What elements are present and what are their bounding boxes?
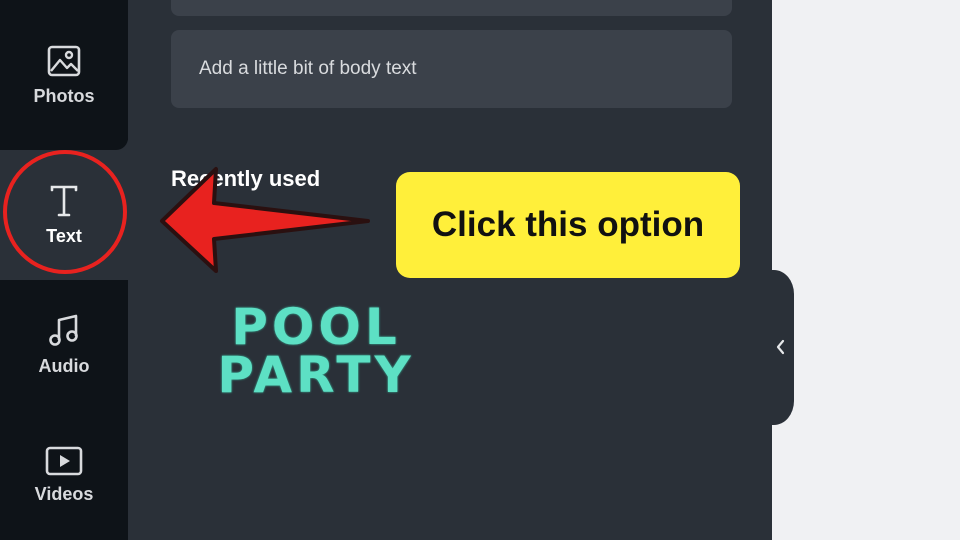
- recent-text-template[interactable]: POOL PARTY: [196, 298, 436, 404]
- sidebar-item-label: Audio: [38, 355, 90, 376]
- image-icon: [47, 45, 81, 76]
- chevron-left-icon: [776, 339, 785, 355]
- add-body-text-label: Add a little bit of body text: [199, 58, 417, 79]
- canvas-area: [772, 0, 960, 540]
- sidebar-item-label: Photos: [33, 85, 95, 106]
- sidebar-item-label: Videos: [34, 483, 94, 504]
- callout-text: Click this option: [431, 205, 705, 244]
- template-line-2: PARTY: [217, 346, 415, 404]
- sidebar-item-photos[interactable]: Photos: [0, 0, 128, 150]
- arrow-left-icon: [160, 167, 370, 273]
- add-body-text-button[interactable]: Add a little bit of body text: [171, 30, 732, 108]
- text-style-card[interactable]: [171, 0, 732, 16]
- sidebar-item-videos[interactable]: Videos: [0, 410, 128, 540]
- collapse-panel-handle[interactable]: [772, 270, 794, 425]
- instruction-callout: Click this option: [396, 172, 740, 278]
- template-line-1: POOL: [231, 298, 401, 356]
- sidebar-item-audio[interactable]: Audio: [0, 280, 128, 410]
- video-play-icon: [45, 446, 83, 475]
- highlight-circle: [3, 150, 127, 274]
- music-note-icon: [49, 314, 78, 346]
